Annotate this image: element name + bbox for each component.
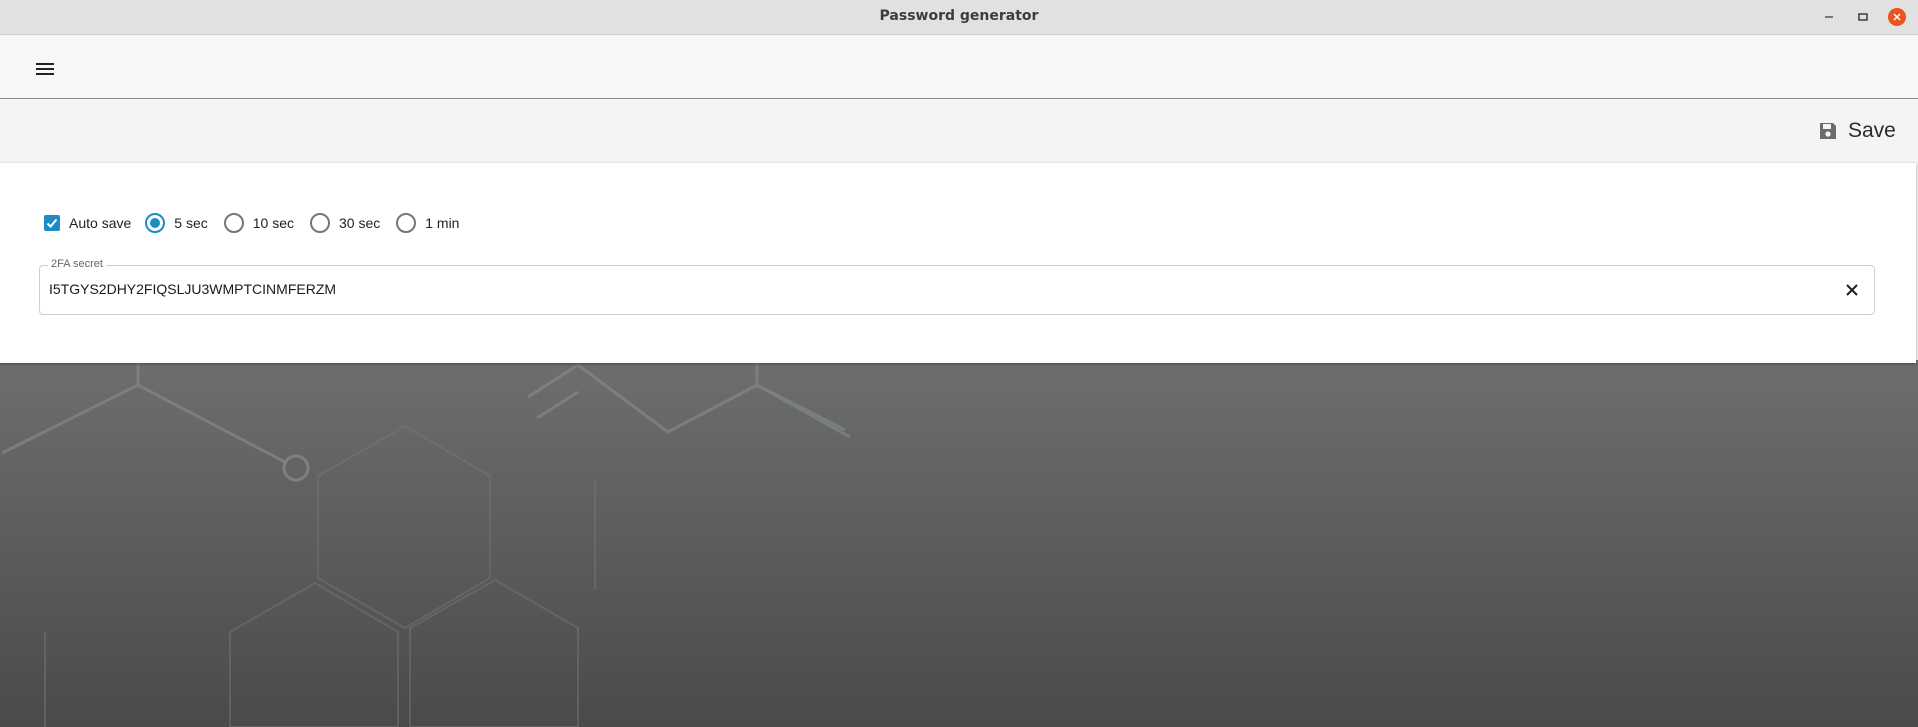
radio-selected-icon [145,213,166,233]
radio-30-sec[interactable]: 30 sec [309,213,381,233]
radio-1-min[interactable]: 1 min [396,213,459,233]
radio-label: 5 sec [174,215,208,231]
radio-label: 10 sec [252,215,294,231]
auto-save-options: Auto save 5 sec 10 sec 30 sec 1 min [44,208,475,238]
molecule-pattern [1,360,851,727]
title-bar: Password generator [0,0,1918,35]
close-window-button[interactable] [1886,6,1908,28]
radio-label: 1 min [425,215,460,231]
twofa-secret-input[interactable] [49,281,1809,297]
minimize-button[interactable] [1818,6,1840,28]
twofa-secret-label: 2FA secret [48,258,106,270]
action-bar: Save [0,99,1918,163]
window-title: Password generator [879,8,1039,24]
settings-panel: Auto save 5 sec 10 sec 30 sec 1 min 2FA … [0,163,1916,363]
radio-10-sec[interactable]: 10 sec [223,213,294,233]
radio-label: 30 sec [338,215,381,231]
radio-5-sec[interactable]: 5 sec [145,213,208,233]
background-art [0,360,1918,727]
auto-save-label: Auto save [69,215,132,231]
maximize-button[interactable] [1852,6,1874,28]
close-x-icon [1846,284,1858,296]
radio-unselected-icon [309,213,330,233]
app-toolbar [0,35,1918,99]
maximize-icon [1858,13,1868,21]
floppy-disk-icon [1820,123,1836,139]
interval-radio-group: 5 sec 10 sec 30 sec 1 min [145,213,475,233]
clear-field-button[interactable] [1840,278,1864,302]
checkbox-checked-icon [44,215,60,231]
twofa-secret-field: 2FA secret [39,258,1875,315]
hamburger-menu-icon [36,63,54,75]
minimize-icon [1825,16,1833,18]
close-icon [1888,8,1906,26]
save-button[interactable]: Save [1818,115,1896,147]
menu-button[interactable] [30,55,60,83]
save-label: Save [1848,119,1896,142]
auto-save-checkbox[interactable]: Auto save [44,215,131,231]
radio-unselected-icon [396,213,417,233]
app-window: Password generator Save Auto save 5 sec … [0,0,1918,727]
radio-unselected-icon [223,213,244,233]
